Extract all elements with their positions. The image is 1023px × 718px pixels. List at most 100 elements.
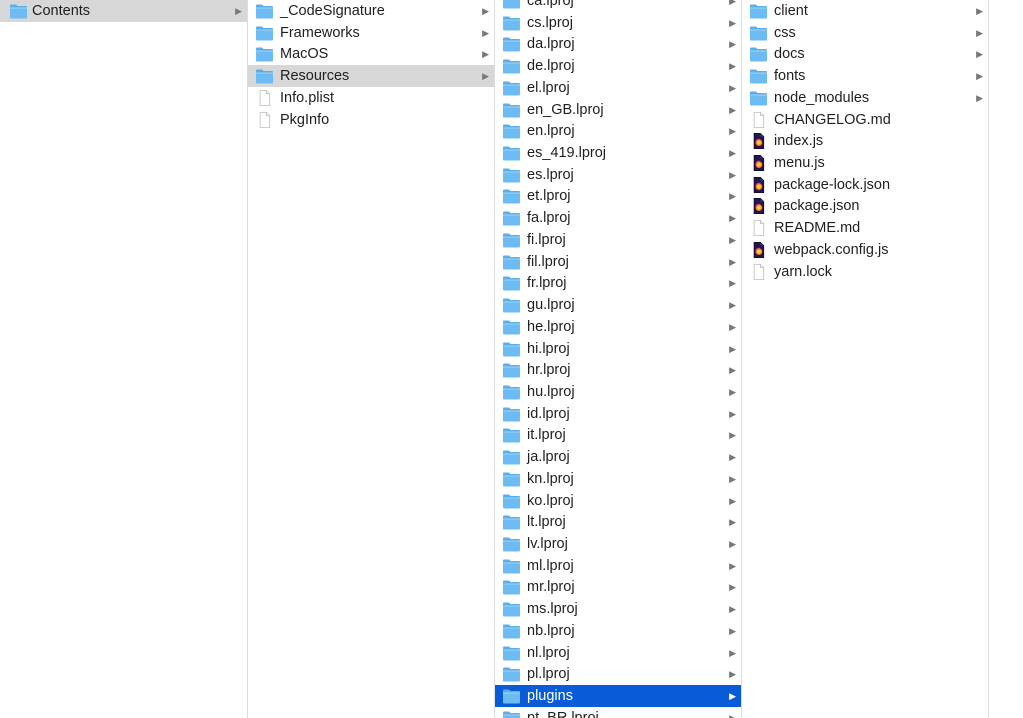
column4-item-yarn-lock[interactable]: yarn.lock bbox=[742, 261, 988, 283]
column1-item-contents[interactable]: Contents ▶ bbox=[0, 0, 247, 22]
column4-item-readme-md[interactable]: README.md bbox=[742, 217, 988, 239]
folder-icon bbox=[255, 3, 274, 19]
column-5-empty[interactable] bbox=[989, 0, 1023, 718]
column4-item-client[interactable]: client ▶ bbox=[742, 0, 988, 22]
item-label: fil.lproj bbox=[527, 253, 569, 270]
folder-icon bbox=[502, 406, 521, 422]
column2-item-resources[interactable]: Resources ▶ bbox=[248, 65, 494, 87]
folder-icon bbox=[502, 514, 521, 530]
folder-icon bbox=[502, 362, 521, 378]
column3-item-nb-lproj[interactable]: nb.lproj ▶ bbox=[495, 620, 741, 642]
column2-item-frameworks[interactable]: Frameworks ▶ bbox=[248, 22, 494, 44]
column4-item-package-lock-json[interactable]: package-lock.json bbox=[742, 174, 988, 196]
column-2[interactable]: _CodeSignature ▶ Frameworks ▶ MacOS ▶ Resource… bbox=[248, 0, 495, 718]
column3-item-fil-lproj[interactable]: fil.lproj ▶ bbox=[495, 251, 741, 273]
folder-icon bbox=[502, 623, 521, 639]
chevron-right-icon: ▶ bbox=[729, 278, 736, 289]
column3-item-de-lproj[interactable]: de.lproj ▶ bbox=[495, 55, 741, 77]
column2-item-pkginfo[interactable]: PkgInfo bbox=[248, 109, 494, 131]
column3-item-pt-br-lproj[interactable]: pt_BR.lproj ▶ bbox=[495, 707, 741, 718]
column2-item-macos[interactable]: MacOS ▶ bbox=[248, 43, 494, 65]
column3-item-lv-lproj[interactable]: lv.lproj ▶ bbox=[495, 533, 741, 555]
document-icon bbox=[749, 111, 768, 128]
chevron-right-icon: ▶ bbox=[729, 61, 736, 72]
chevron-right-icon: ▶ bbox=[729, 17, 736, 28]
chevron-right-icon: ▶ bbox=[482, 49, 489, 60]
column3-item-mr-lproj[interactable]: mr.lproj ▶ bbox=[495, 576, 741, 598]
column3-item-ms-lproj[interactable]: ms.lproj ▶ bbox=[495, 598, 741, 620]
column3-item-ko-lproj[interactable]: ko.lproj ▶ bbox=[495, 490, 741, 512]
column3-item-fr-lproj[interactable]: fr.lproj ▶ bbox=[495, 272, 741, 294]
column3-item-lt-lproj[interactable]: lt.lproj ▶ bbox=[495, 511, 741, 533]
column3-item-id-lproj[interactable]: id.lproj ▶ bbox=[495, 403, 741, 425]
column4-item-changelog-md[interactable]: CHANGELOG.md bbox=[742, 109, 988, 131]
column3-item-en-lproj[interactable]: en.lproj ▶ bbox=[495, 120, 741, 142]
column3-item-fi-lproj[interactable]: fi.lproj ▶ bbox=[495, 229, 741, 251]
column4-item-css[interactable]: css ▶ bbox=[742, 22, 988, 44]
item-label: lv.lproj bbox=[527, 535, 568, 552]
item-label: es_419.lproj bbox=[527, 145, 606, 162]
item-label: he.lproj bbox=[527, 318, 575, 335]
column3-item-ca-lproj[interactable]: ca.lproj ▶ bbox=[495, 0, 741, 12]
column3-item-hi-lproj[interactable]: hi.lproj ▶ bbox=[495, 338, 741, 360]
item-label: hr.lproj bbox=[527, 362, 571, 379]
column4-item-fonts[interactable]: fonts ▶ bbox=[742, 65, 988, 87]
column3-item-el-lproj[interactable]: el.lproj ▶ bbox=[495, 77, 741, 99]
document-icon bbox=[749, 263, 768, 280]
folder-icon bbox=[502, 427, 521, 443]
item-label: ja.lproj bbox=[527, 449, 570, 466]
item-label: fonts bbox=[774, 68, 806, 85]
item-label: el.lproj bbox=[527, 79, 570, 96]
column-1[interactable]: Contents ▶ bbox=[0, 0, 248, 718]
item-label: webpack.config.js bbox=[774, 241, 889, 258]
column4-item-node-modules[interactable]: node_modules ▶ bbox=[742, 87, 988, 109]
item-label: client bbox=[774, 3, 808, 19]
chevron-right-icon: ▶ bbox=[729, 495, 736, 506]
column3-item-gu-lproj[interactable]: gu.lproj ▶ bbox=[495, 294, 741, 316]
item-label: README.md bbox=[774, 220, 861, 237]
column2-item-info-plist[interactable]: Info.plist bbox=[248, 87, 494, 109]
item-label: en_GB.lproj bbox=[527, 101, 604, 118]
column3-item-ja-lproj[interactable]: ja.lproj ▶ bbox=[495, 446, 741, 468]
item-label: cs.lproj bbox=[527, 14, 573, 31]
folder-icon bbox=[749, 46, 768, 62]
item-label: CHANGELOG.md bbox=[774, 111, 891, 128]
column-4[interactable]: client ▶ css ▶ docs ▶ fonts ▶ node_modules ▶ CHANG… bbox=[742, 0, 989, 718]
column3-item-en-gb-lproj[interactable]: en_GB.lproj ▶ bbox=[495, 99, 741, 121]
column3-item-fa-lproj[interactable]: fa.lproj ▶ bbox=[495, 207, 741, 229]
column-3[interactable]: ca.lproj ▶ cs.lproj ▶ da.lproj ▶ de.lproj ▶ el.l… bbox=[495, 0, 742, 718]
folder-icon bbox=[502, 384, 521, 400]
column4-item-menu-js[interactable]: menu.js bbox=[742, 152, 988, 174]
chevron-right-icon: ▶ bbox=[482, 6, 489, 16]
column3-item-he-lproj[interactable]: he.lproj ▶ bbox=[495, 316, 741, 338]
column4-item-index-js[interactable]: index.js bbox=[742, 130, 988, 152]
folder-icon bbox=[502, 536, 521, 552]
column2-item-codesignature[interactable]: _CodeSignature ▶ bbox=[248, 0, 494, 22]
column4-item-webpack-config-js[interactable]: webpack.config.js bbox=[742, 239, 988, 261]
column3-item-it-lproj[interactable]: it.lproj ▶ bbox=[495, 424, 741, 446]
column3-item-nl-lproj[interactable]: nl.lproj ▶ bbox=[495, 642, 741, 664]
column3-item-pl-lproj[interactable]: pl.lproj ▶ bbox=[495, 663, 741, 685]
column3-item-plugins[interactable]: plugins ▶ bbox=[495, 685, 741, 707]
column3-item-kn-lproj[interactable]: kn.lproj ▶ bbox=[495, 468, 741, 490]
folder-icon bbox=[502, 58, 521, 74]
chevron-right-icon: ▶ bbox=[729, 408, 736, 419]
column3-item-cs-lproj[interactable]: cs.lproj ▶ bbox=[495, 12, 741, 34]
item-label: Frameworks bbox=[280, 24, 360, 41]
column4-item-package-json[interactable]: package.json bbox=[742, 195, 988, 217]
column3-item-hu-lproj[interactable]: hu.lproj ▶ bbox=[495, 381, 741, 403]
folder-icon bbox=[502, 188, 521, 204]
column3-item-da-lproj[interactable]: da.lproj ▶ bbox=[495, 33, 741, 55]
item-label: yarn.lock bbox=[774, 263, 833, 280]
column3-item-ml-lproj[interactable]: ml.lproj ▶ bbox=[495, 555, 741, 577]
column3-item-et-lproj[interactable]: et.lproj ▶ bbox=[495, 185, 741, 207]
column4-item-docs[interactable]: docs ▶ bbox=[742, 43, 988, 65]
folder-icon bbox=[502, 232, 521, 248]
item-label: index.js bbox=[774, 133, 824, 150]
app-document-icon bbox=[749, 155, 768, 172]
column3-item-hr-lproj[interactable]: hr.lproj ▶ bbox=[495, 359, 741, 381]
item-label: it.lproj bbox=[527, 427, 566, 444]
column3-item-es-419-lproj[interactable]: es_419.lproj ▶ bbox=[495, 142, 741, 164]
column3-item-es-lproj[interactable]: es.lproj ▶ bbox=[495, 164, 741, 186]
chevron-right-icon: ▶ bbox=[729, 560, 736, 571]
